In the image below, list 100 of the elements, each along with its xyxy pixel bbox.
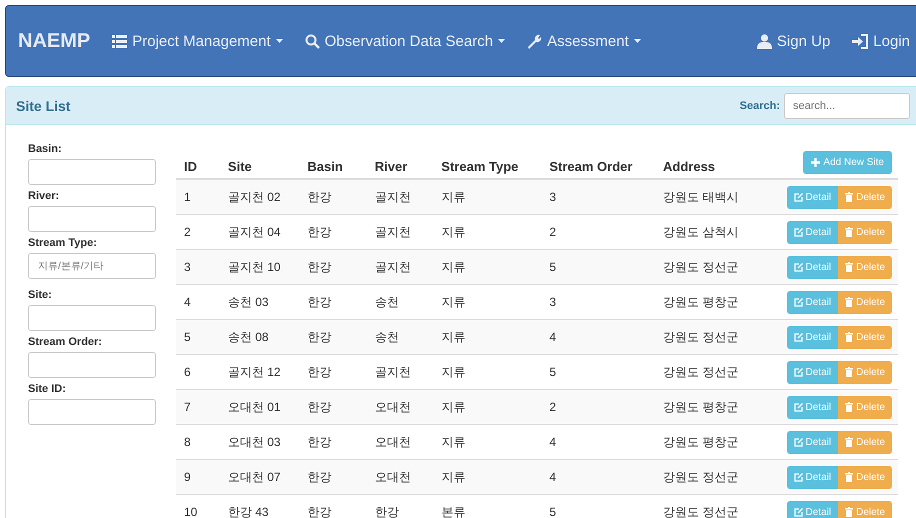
table-cell: 골지천 <box>366 179 434 214</box>
edit-icon <box>794 298 803 306</box>
detail-button[interactable]: Detail <box>786 466 838 488</box>
filter-label: Stream Order: <box>28 336 103 348</box>
table-cell: 1 <box>176 179 220 214</box>
panel-title: Site List <box>16 98 72 114</box>
trash-icon <box>845 472 854 482</box>
table-cell: 지류 <box>433 179 542 214</box>
delete-button[interactable]: Delete <box>838 500 892 518</box>
input-field[interactable] <box>28 159 156 185</box>
table-cell: 오대천 07 <box>220 460 300 494</box>
input-field[interactable] <box>28 206 156 232</box>
trash-icon <box>845 227 854 237</box>
delete-button[interactable]: Delete <box>838 290 892 314</box>
table-cell: 한강 <box>299 179 367 214</box>
search-field[interactable]: search... <box>784 92 910 118</box>
table-cell: 강원도 정선군 <box>655 460 778 494</box>
table-cell: 본류 <box>433 494 542 518</box>
sign-up-link[interactable]: Sign Up <box>756 32 830 50</box>
input-field[interactable] <box>28 305 156 331</box>
delete-button[interactable]: Delete <box>838 186 892 208</box>
edit-icon <box>794 368 803 376</box>
table-cell: 오대천 <box>366 390 434 424</box>
table-cell: 7 <box>176 390 220 424</box>
filter-label: River: <box>28 190 60 202</box>
table-cell: 지류 <box>433 320 542 354</box>
login-link[interactable]: Login <box>852 32 910 50</box>
edit-icon <box>794 438 803 446</box>
table-cell: 한강 <box>299 250 367 284</box>
table-cell: 10 <box>176 494 220 518</box>
table-cell: 5 <box>541 494 656 518</box>
nav-menu[interactable]: Assessment <box>527 32 641 50</box>
trash-icon <box>845 402 854 412</box>
filter-label: Basin: <box>28 143 63 155</box>
table-cell: 5 <box>176 320 220 354</box>
table-cell: 오대천 <box>366 460 434 494</box>
table-cell: 한강 <box>299 460 367 494</box>
input-field[interactable]: 지류/본류/기타 <box>28 253 156 279</box>
table-cell: 한강 <box>299 390 367 424</box>
detail-button[interactable]: Detail <box>786 290 838 314</box>
nav-menu[interactable]: Project Management <box>112 32 283 50</box>
table-cell: 지류 <box>433 460 542 494</box>
filter-label: Stream Type: <box>28 237 98 249</box>
trash-icon <box>845 332 854 342</box>
trash-icon <box>845 507 854 517</box>
trash-icon <box>845 192 854 202</box>
edit-icon <box>794 508 803 516</box>
delete-button[interactable]: Delete <box>838 220 892 244</box>
delete-button[interactable]: Delete <box>838 360 892 384</box>
table-cell: 지류 <box>433 390 542 424</box>
table-cell: 9 <box>176 460 220 494</box>
detail-button[interactable]: Detail <box>786 220 838 244</box>
trash-icon <box>845 262 854 272</box>
table-cell: 송천 08 <box>220 320 300 354</box>
table-cell: 한강 <box>299 320 367 354</box>
edit-icon <box>794 262 803 272</box>
search-icon <box>304 34 320 48</box>
detail-button[interactable]: Detail <box>786 360 838 384</box>
detail-button[interactable]: Detail <box>786 430 838 454</box>
delete-button[interactable]: Delete <box>838 466 892 488</box>
input-field[interactable] <box>28 399 156 425</box>
edit-icon <box>794 402 803 412</box>
table-cell: 한강 43 <box>220 494 300 518</box>
detail-button[interactable]: Detail <box>786 396 838 418</box>
table-cell: 2 <box>541 390 656 424</box>
search-label: Search: <box>740 100 780 112</box>
trash-icon <box>845 367 854 377</box>
table-cell: 강원도 정선군 <box>655 320 778 354</box>
plus-icon <box>811 158 820 167</box>
table-cell: 강원도 정선군 <box>655 250 778 284</box>
table-cell: 강원도 태백시 <box>655 179 778 214</box>
table-cell: 강원도 평창군 <box>655 390 778 424</box>
detail-button[interactable]: Detail <box>786 256 838 278</box>
table-cell: 송천 <box>366 320 434 354</box>
delete-button[interactable]: Delete <box>838 256 892 278</box>
table-cell: 골지천 02 <box>220 179 300 214</box>
detail-button[interactable]: Detail <box>786 186 838 208</box>
delete-button[interactable]: Delete <box>838 430 892 454</box>
table-cell: 골지천 10 <box>220 250 300 284</box>
table-cell: 강원도 정선군 <box>655 494 778 518</box>
user-icon <box>756 34 772 48</box>
delete-button[interactable]: Delete <box>838 396 892 418</box>
table-cell: 골지천 <box>366 250 434 284</box>
detail-button[interactable]: Detail <box>786 326 838 348</box>
delete-button[interactable]: Delete <box>838 326 892 348</box>
input-field[interactable] <box>28 352 156 378</box>
edit-icon <box>794 228 803 236</box>
table-cell: 지류 <box>433 250 542 284</box>
login-icon <box>852 34 868 48</box>
add-new-site-button[interactable]: Add New Site <box>803 151 892 174</box>
brand-logo[interactable]: NAEMP <box>18 30 90 52</box>
filter-label: Site: <box>28 289 53 301</box>
table-cell: 한강 <box>366 494 434 518</box>
detail-button[interactable]: Detail <box>786 500 838 518</box>
filter-label: Site ID: <box>28 383 67 395</box>
nav-menu[interactable]: Observation Data Search <box>304 32 506 50</box>
edit-icon <box>794 192 803 202</box>
edit-icon <box>794 332 803 342</box>
table-cell: 3 <box>541 179 656 214</box>
table-cell: 3 <box>176 250 220 284</box>
